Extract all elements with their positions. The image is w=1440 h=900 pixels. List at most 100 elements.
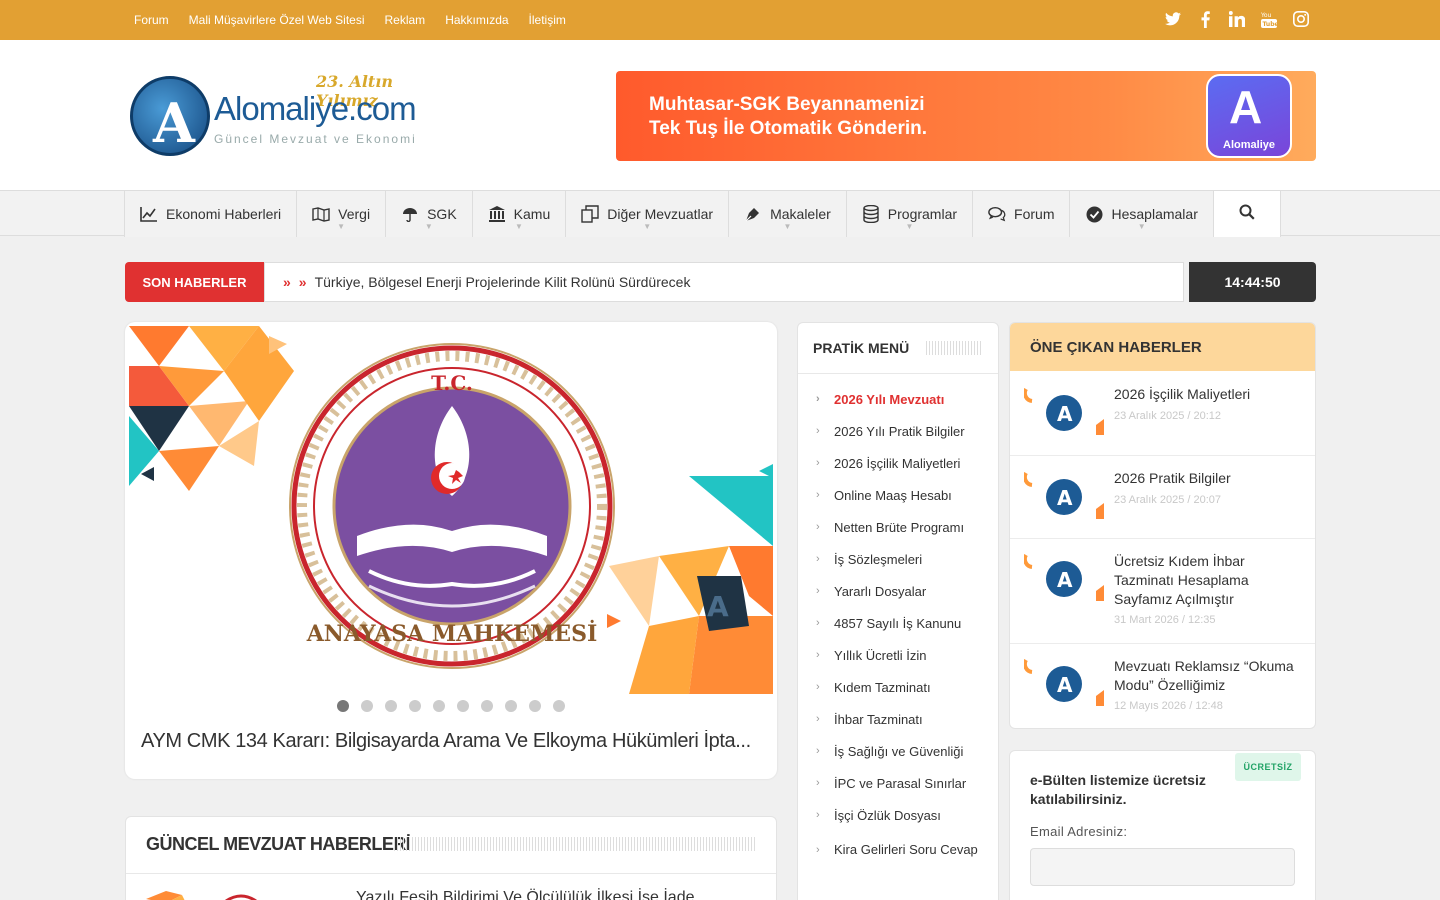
chevron-right-icon: › [816,585,820,597]
pratik-item-label: 4857 Sayılı İş Kanunu [834,616,962,631]
nav-label: Vergi [338,206,371,222]
heading-decoration [394,837,756,851]
top-nav-iletisim[interactable]: İletişim [529,13,566,27]
slider-dot[interactable] [481,700,493,712]
linkedin-icon[interactable] [1228,9,1246,29]
nav-forum[interactable]: Forum [972,191,1070,237]
pratik-item[interactable]: › İş Sağlığı ve Güvenliği [816,741,991,773]
featured-item[interactable]: A Ücretsiz Kıdem İhbar Tazminatı Hesapla… [1010,539,1315,644]
chart-icon [140,205,158,223]
chevron-right-icon: › [816,809,820,821]
pratik-item-label: 2026 Yılı Mevzuatı [834,392,945,407]
news-item-title[interactable]: Yazılı Fesih Bildirimi Ve Ölçülülük İlke… [356,889,695,900]
logo-tagline: Güncel Mevzuat ve Ekonomi [214,132,417,146]
slider-dot[interactable] [409,700,421,712]
slide-title[interactable]: AYM CMK 134 Kararı: Bilgisayarda Arama V… [141,730,771,753]
slide-image[interactable]: A T.C. ANAYASA MAHKEMESİ [129,326,773,694]
pratik-item[interactable]: › İPC ve Parasal Sınırlar [816,773,991,805]
featured-item[interactable]: A 2026 Pratik Bilgiler 23 Aralık 2025 / … [1010,456,1315,539]
top-nav-forum[interactable]: Forum [134,13,169,27]
featured-title[interactable]: 2026 İşçilik Maliyetleri [1114,385,1304,404]
slider-dot[interactable] [529,700,541,712]
nav-label: Makaleler [770,206,831,222]
chevron-down-icon: ▼ [424,222,433,231]
featured-thumbnail[interactable]: A [1022,551,1106,609]
featured-title[interactable]: 2026 Pratik Bilgiler [1114,469,1304,488]
ticker-headline[interactable]: Türkiye, Bölgesel Enerji Projelerinde Ki… [315,274,691,290]
check-circle-icon [1085,205,1103,223]
pratik-item[interactable]: › Yıllık Ücretli İzin [816,645,991,677]
nav-vergi[interactable]: Vergi ▼ [296,191,386,237]
pratik-item[interactable]: › İhbar Tazminatı [816,709,991,741]
facebook-icon[interactable] [1196,9,1214,29]
pratik-item[interactable]: › Kıdem Tazminatı [816,677,991,709]
chevron-right-icon: › [816,745,820,757]
nav-makaleler[interactable]: Makaleler ▼ [728,191,846,237]
instagram-icon[interactable] [1292,9,1310,29]
featured-item[interactable]: A Mevzuatı Reklamsız “Okuma Modu” Özelli… [1010,644,1315,728]
email-field[interactable] [1030,848,1295,886]
section-heading: PRATİK MENÜ [813,340,910,356]
chevron-right-icon: › [816,844,820,856]
headline-slider: A T.C. ANAYASA MAHKEMESİ AYM CMK 134 Kar… [125,322,777,779]
featured-thumbnail[interactable]: A [1022,385,1106,443]
pratik-item[interactable]: › 2026 Yılı Mevzuatı [816,389,991,421]
banner-text: Muhtasar-SGK Beyannamenizi Tek Tuş İle O… [649,93,927,141]
ticker-headline-box[interactable]: » » Türkiye, Bölgesel Enerji Projelerind… [264,262,1184,302]
news-thumbnail[interactable] [146,889,346,900]
featured-thumbnail[interactable]: A [1022,469,1106,527]
slider-dot[interactable] [457,700,469,712]
pratik-item[interactable]: › Kira Gelirleri Soru Cevap [816,837,991,887]
chevron-down-icon: ▼ [783,222,792,231]
pratik-item[interactable]: › Online Maaş Hesabı [816,485,991,517]
pratik-item[interactable]: › İşçi Özlük Dosyası [816,805,991,837]
news-ticker: SON HABERLER » » Türkiye, Bölgesel Enerj… [125,262,1316,302]
top-nav: Forum Mali Müşavirlere Özel Web Sitesi R… [134,0,566,40]
pratik-item[interactable]: › 2026 İşçilik Maliyetleri [816,453,991,485]
pratik-item-label: Yararlı Dosyalar [834,584,927,599]
nav-programlar[interactable]: Programlar ▼ [845,191,973,237]
slider-dot[interactable] [361,700,373,712]
slider-dot[interactable] [433,700,445,712]
logo-mark: A [130,76,210,156]
featured-title[interactable]: Mevzuatı Reklamsız “Okuma Modu” Özelliği… [1114,657,1304,695]
twitter-icon[interactable] [1164,9,1182,29]
top-nav-mali-musavir[interactable]: Mali Müşavirlere Özel Web Sitesi [189,13,365,27]
svg-text:A: A [1057,673,1073,697]
slider-dot[interactable] [505,700,517,712]
database-icon [862,205,880,223]
pratik-item-label: İşçi Özlük Dosyası [834,808,941,823]
pratik-item[interactable]: › Netten Brüte Programı [816,517,991,549]
chevron-right-icon: › [816,681,820,693]
top-nav-hakkimizda[interactable]: Hakkımızda [445,13,508,27]
nav-ekonomi-haberleri[interactable]: Ekonomi Haberleri [124,191,297,237]
slider-dot[interactable] [385,700,397,712]
logo-name: Alomaliye.com [214,90,417,127]
chevron-right-icon: › [816,553,820,565]
pratik-item[interactable]: › İş Sözleşmeleri [816,549,991,581]
search-button[interactable] [1212,191,1281,237]
nav-kamu[interactable]: Kamu ▼ [471,191,566,237]
featured-title[interactable]: Ücretsiz Kıdem İhbar Tazminatı Hesaplama… [1114,552,1304,609]
banner-app-icon: A Alomaliye [1206,74,1292,158]
bank-icon [488,205,506,223]
pratik-item[interactable]: › Yararlı Dosyalar [816,581,991,613]
site-logo[interactable]: A 23. Altın Yılımız Alomaliye.com Güncel… [130,70,430,165]
nav-hesaplamalar[interactable]: Hesaplamalar ▼ [1069,191,1213,237]
pratik-item[interactable]: › 2026 Yılı Pratik Bilgiler [816,421,991,453]
ad-banner[interactable]: Muhtasar-SGK Beyannamenizi Tek Tuş İle O… [616,71,1316,161]
nav-label: SGK [427,206,457,222]
featured-thumbnail[interactable]: A [1022,656,1106,714]
slider-dot[interactable] [337,700,349,712]
youtube-icon[interactable]: You Tube [1260,9,1278,29]
top-nav-reklam[interactable]: Reklam [385,13,426,27]
featured-item[interactable]: A 2026 İşçilik Maliyetleri 23 Aralık 202… [1010,371,1315,456]
nav-sgk[interactable]: SGK ▼ [385,191,472,237]
double-chevron-right-icon: » [283,274,291,290]
nav-diger-mevzuatlar[interactable]: Diğer Mevzuatlar ▼ [565,191,729,237]
chevron-down-icon: ▼ [905,222,914,231]
svg-text:A: A [1057,486,1073,510]
slider-dot[interactable] [553,700,565,712]
banner-line-1: Muhtasar-SGK Beyannamenizi [649,94,925,115]
pratik-item[interactable]: › 4857 Sayılı İş Kanunu [816,613,991,645]
